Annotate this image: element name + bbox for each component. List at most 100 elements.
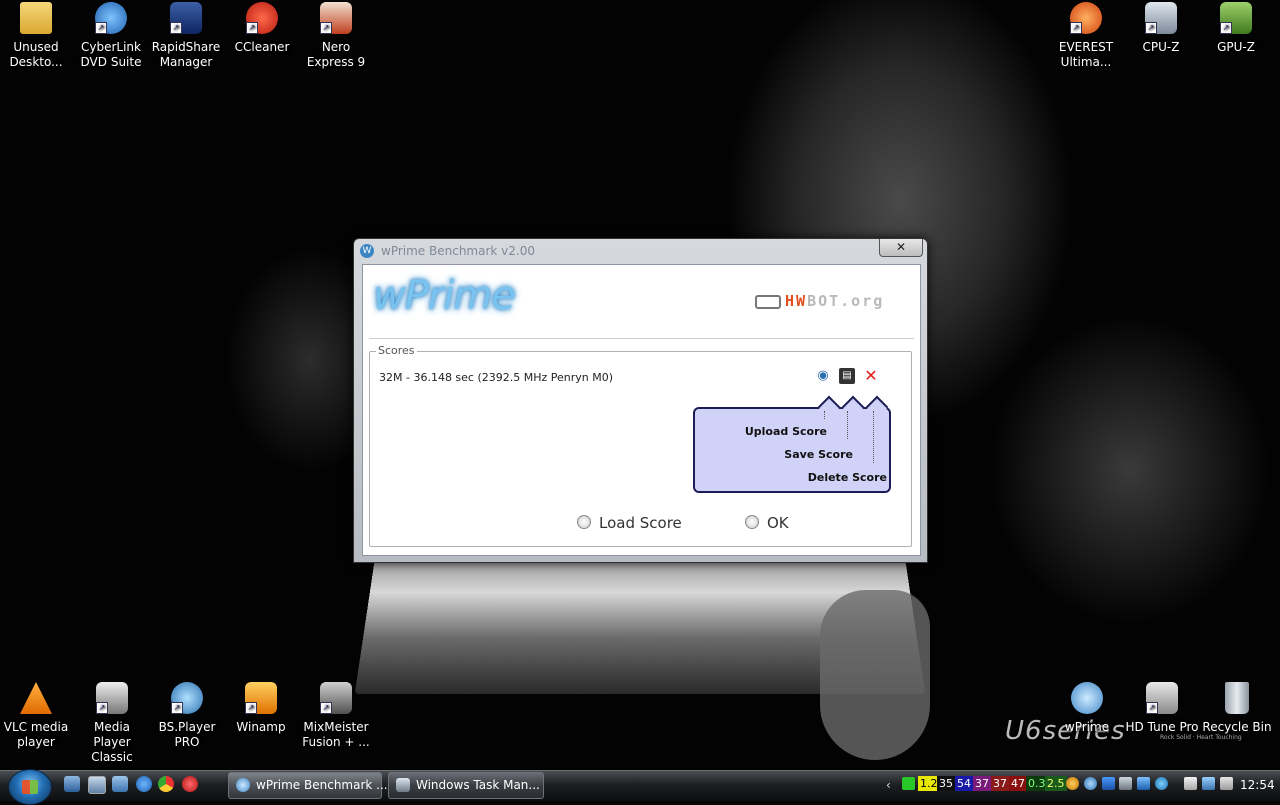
info-icon[interactable] bbox=[1066, 777, 1079, 790]
wallpaper-figure bbox=[820, 590, 930, 760]
winamp-icon: ↗ bbox=[245, 682, 277, 714]
explorer-icon[interactable] bbox=[112, 776, 128, 792]
tray-meter-temp-1[interactable]: 35 bbox=[937, 776, 955, 791]
bsplayer-icon: ↗ bbox=[171, 682, 203, 714]
chrome-icon[interactable] bbox=[158, 776, 174, 792]
desktop-icon-cpuz[interactable]: ↗ CPU-Z bbox=[1123, 2, 1199, 55]
desktop-icon-wprime[interactable]: wPrime bbox=[1049, 682, 1125, 735]
wprime-logo: wPrime bbox=[373, 273, 516, 319]
windows-logo-icon bbox=[22, 780, 38, 794]
display-icon[interactable] bbox=[1137, 777, 1150, 790]
window-titlebar[interactable]: W wPrime Benchmark v2.00 ✕ bbox=[354, 239, 927, 263]
opera-icon[interactable] bbox=[182, 776, 198, 792]
desktop-icon-label: Media Player Classic bbox=[91, 720, 133, 764]
desktop-icon-label: CCleaner bbox=[234, 40, 290, 54]
tooltip-notch bbox=[865, 395, 889, 419]
desktop-icon-label: Nero Express 9 bbox=[306, 40, 366, 69]
tooltip-guide-line bbox=[873, 411, 874, 463]
desktop-icon-label: Winamp bbox=[236, 720, 286, 734]
desktop-icon-everest[interactable]: ↗ EVEREST Ultima... bbox=[1048, 2, 1124, 70]
radio-circle bbox=[577, 515, 591, 529]
window-title: wPrime Benchmark v2.00 bbox=[381, 244, 535, 258]
taskbar-button-task-manager[interactable]: Windows Task Man... bbox=[388, 772, 544, 799]
hwbot-logo-suffix: BOT.org bbox=[807, 292, 885, 310]
radio-circle bbox=[745, 515, 759, 529]
desktop-icon-cyberlink[interactable]: ↗ CyberLink DVD Suite bbox=[73, 2, 149, 70]
wallpaper-tagline: Rock Solid · Heart Touching bbox=[1160, 734, 1242, 741]
delete-x-icon[interactable]: ✕ bbox=[863, 368, 879, 384]
desktop-icon-label: wPrime bbox=[1064, 720, 1110, 734]
taskbar-button-wprime[interactable]: wPrime Benchmark ... bbox=[228, 772, 388, 799]
taskbar-button-label: Windows Task Man... bbox=[416, 778, 540, 792]
internet-explorer-icon[interactable] bbox=[136, 776, 152, 792]
network-status-icon[interactable] bbox=[1202, 777, 1215, 790]
scores-legend: Scores bbox=[376, 344, 417, 357]
tooltip-guide-line bbox=[847, 411, 848, 439]
everest-icon: ↗ bbox=[1070, 2, 1102, 34]
bluetooth-icon[interactable] bbox=[1102, 777, 1115, 790]
desktop-icon-vlc[interactable]: VLC media player bbox=[0, 682, 74, 750]
tray-meter-temp-2[interactable]: 54 bbox=[955, 776, 973, 791]
tooltip-guide-line bbox=[824, 411, 825, 419]
load-score-radio[interactable]: Load Score bbox=[577, 514, 682, 532]
taskbar-clock[interactable]: 12:54 bbox=[1240, 778, 1275, 792]
volume-icon[interactable] bbox=[1220, 777, 1233, 790]
desktop-icon-label: MixMeister Fusion + ... bbox=[302, 720, 370, 749]
window-client-area: wPrime HWBOT.org Scores 32M - 36.148 sec… bbox=[362, 264, 921, 556]
desktop-icon-gpuz[interactable]: ↗ GPU-Z bbox=[1198, 2, 1274, 55]
upload-globe-icon[interactable]: ◉ bbox=[815, 368, 831, 384]
wprime-window: W wPrime Benchmark v2.00 ✕ wPrime HWBOT.… bbox=[353, 238, 928, 563]
desktop-icon-label: CyberLink DVD Suite bbox=[80, 40, 142, 69]
desktop-icon-label: Recycle Bin bbox=[1202, 720, 1272, 734]
desktop-icon-bsplayer[interactable]: ↗ BS.Player PRO bbox=[149, 682, 225, 750]
battery-icon[interactable] bbox=[902, 777, 915, 790]
help-icon[interactable] bbox=[1155, 777, 1168, 790]
mpc-icon: ↗ bbox=[96, 682, 128, 714]
tooltip-upload-score: Upload Score bbox=[744, 425, 827, 438]
desktop-icon-label: BS.Player PRO bbox=[158, 720, 216, 749]
tray-meter-temp-3[interactable]: 37 bbox=[973, 776, 991, 791]
tray-meter-load-2[interactable]: 2.5 bbox=[1045, 776, 1067, 791]
desktop-icon-ccleaner[interactable]: ↗ CCleaner bbox=[224, 2, 300, 55]
score-entry[interactable]: 32M - 36.148 sec (2392.5 MHz Penryn M0) bbox=[379, 371, 613, 384]
hwbot-robot-icon bbox=[755, 294, 781, 309]
network-globe-icon[interactable] bbox=[1084, 777, 1097, 790]
save-floppy-icon[interactable]: ▤ bbox=[839, 368, 855, 384]
tray-meter-temp-4[interactable]: 37 bbox=[991, 776, 1009, 791]
ok-radio[interactable]: OK bbox=[745, 514, 789, 532]
desktop-icon-mixmeister[interactable]: ↗ MixMeister Fusion + ... bbox=[298, 682, 374, 750]
desktop-icon-hdtune[interactable]: ↗ HD Tune Pro bbox=[1124, 682, 1200, 735]
folder-icon bbox=[20, 2, 52, 34]
header-separator bbox=[369, 338, 914, 339]
task-manager-icon bbox=[396, 778, 410, 792]
desktop-icon-recycle-bin[interactable]: Recycle Bin bbox=[1199, 682, 1275, 735]
show-desktop-icon[interactable] bbox=[64, 776, 80, 792]
tooltip-notch bbox=[817, 395, 841, 419]
monitor-icon[interactable] bbox=[1119, 777, 1132, 790]
desktop-icon-label: Unused Deskto... bbox=[9, 40, 63, 69]
switch-windows-icon[interactable] bbox=[88, 776, 106, 794]
clipboard-icon[interactable] bbox=[1184, 777, 1197, 790]
recycle-bin-icon bbox=[1225, 682, 1249, 714]
nero-icon: ↗ bbox=[320, 2, 352, 34]
load-score-label: Load Score bbox=[599, 514, 682, 532]
hwbot-logo[interactable]: HWBOT.org bbox=[755, 292, 884, 310]
vlc-icon bbox=[20, 682, 52, 714]
desktop-icon-winamp[interactable]: ↗ Winamp bbox=[223, 682, 299, 735]
wprime-icon bbox=[236, 778, 250, 792]
desktop-icon-unused-desktop[interactable]: Unused Deskto... bbox=[0, 2, 74, 70]
hwbot-logo-prefix: HW bbox=[785, 292, 808, 310]
wprime-icon bbox=[1071, 682, 1103, 714]
cyberlink-icon: ↗ bbox=[95, 2, 127, 34]
close-button[interactable]: ✕ bbox=[879, 239, 923, 257]
desktop-icon-nero[interactable]: ↗ Nero Express 9 bbox=[298, 2, 374, 70]
actions-tooltip: Upload Score Save Score Delete Score bbox=[693, 395, 891, 493]
mixmeister-icon: ↗ bbox=[320, 682, 352, 714]
tray-meter-temp-5[interactable]: 47 bbox=[1009, 776, 1027, 791]
desktop-icon-mpc[interactable]: ↗ Media Player Classic bbox=[74, 682, 150, 765]
wprime-title-icon: W bbox=[360, 244, 374, 258]
rapidshare-icon: ↗ bbox=[170, 2, 202, 34]
tray-expand-chevron-icon[interactable]: ‹ bbox=[886, 778, 891, 792]
desktop-icon-label: HD Tune Pro bbox=[1125, 720, 1199, 734]
desktop-icon-rapidshare[interactable]: ↗ RapidShare Manager bbox=[148, 2, 224, 70]
